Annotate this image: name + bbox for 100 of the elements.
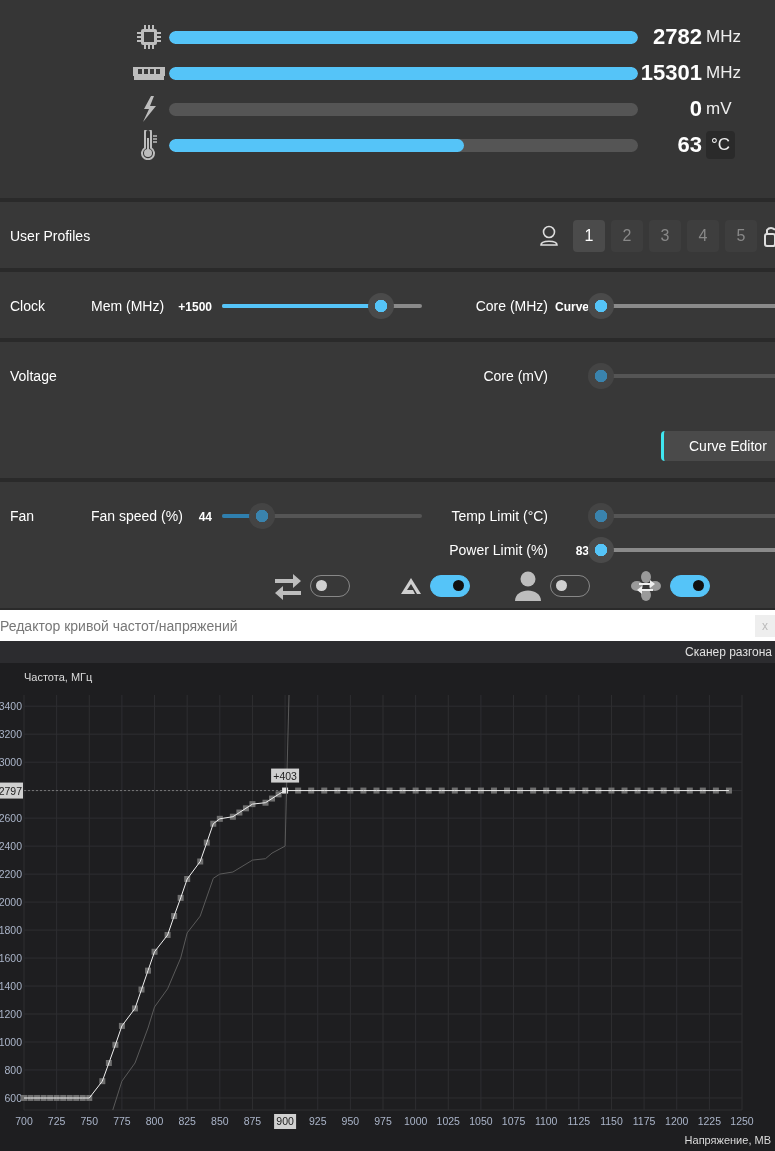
slider-thumb[interactable] <box>588 293 614 319</box>
slider-thumb[interactable] <box>588 537 614 563</box>
curve-point[interactable] <box>269 795 276 802</box>
scanner-button[interactable]: Сканер разгона <box>682 645 775 659</box>
curve-point[interactable] <box>504 787 510 794</box>
curve-point[interactable] <box>275 791 282 798</box>
slider-thumb[interactable] <box>368 293 394 319</box>
curve-point[interactable] <box>79 1094 86 1101</box>
sync-icon <box>275 572 301 600</box>
profile-button[interactable]: 2 <box>611 220 643 252</box>
thermometer-icon <box>140 130 158 160</box>
reading-value: 63 <box>676 132 702 158</box>
curve-point[interactable] <box>53 1094 60 1101</box>
window-title: Редактор кривой частот/напряжений <box>0 617 238 634</box>
curve-point[interactable] <box>517 787 524 794</box>
curve-point[interactable] <box>203 839 210 846</box>
control-label: Power Limit (%) <box>449 542 548 558</box>
slider[interactable] <box>588 537 775 563</box>
curve-point[interactable] <box>425 787 432 794</box>
control-value: 83 <box>575 544 589 558</box>
curve-point[interactable] <box>334 787 341 794</box>
curve-point[interactable] <box>477 787 484 794</box>
curve-point[interactable] <box>582 787 589 794</box>
curve-point[interactable] <box>660 787 667 794</box>
curve-point[interactable] <box>73 1094 80 1101</box>
curve-point[interactable] <box>177 894 184 901</box>
curve-point[interactable] <box>21 1094 27 1101</box>
curve-point[interactable] <box>673 787 680 794</box>
curve-editor-button[interactable]: Curve Editor <box>661 431 775 461</box>
curve-point[interactable] <box>725 787 732 794</box>
curve-point[interactable] <box>386 787 393 794</box>
curve-point[interactable] <box>608 787 615 794</box>
section-label: Fan <box>9 508 36 524</box>
curve-point[interactable] <box>40 1094 47 1101</box>
x-tick-label: 725 <box>47 1115 66 1127</box>
lock-icon[interactable] <box>763 224 775 248</box>
curve-point[interactable] <box>438 787 445 794</box>
curve-point[interactable] <box>47 1094 54 1101</box>
curve-point[interactable] <box>66 1094 73 1101</box>
curve-point[interactable] <box>184 876 191 882</box>
curve-point[interactable] <box>210 820 217 827</box>
curve-point[interactable] <box>171 913 178 920</box>
curve-point[interactable] <box>197 858 204 865</box>
curve-point[interactable] <box>249 801 256 808</box>
slider[interactable] <box>588 293 775 319</box>
curve-point[interactable] <box>262 799 269 806</box>
curve-point[interactable] <box>131 1005 138 1012</box>
curve-point[interactable] <box>464 787 471 794</box>
curve-point[interactable] <box>295 787 302 794</box>
curve-point[interactable] <box>595 787 602 794</box>
curve-point[interactable] <box>451 787 458 794</box>
profile-button[interactable]: 5 <box>725 220 757 252</box>
curve-point[interactable] <box>151 948 158 955</box>
section-label: User Profiles <box>9 228 91 244</box>
profile-button[interactable]: 4 <box>687 220 719 252</box>
curve-point[interactable] <box>229 813 236 820</box>
curve-point[interactable] <box>360 787 367 794</box>
curve-point[interactable] <box>712 787 719 794</box>
curve-point[interactable] <box>145 967 151 974</box>
profile-button[interactable]: 3 <box>649 220 681 252</box>
curve-point[interactable] <box>634 787 641 794</box>
x-tick-label: 925 <box>308 1115 327 1127</box>
curve-point[interactable] <box>321 787 328 794</box>
curve-point[interactable] <box>60 1094 67 1101</box>
reading-value: 2782 <box>652 24 702 50</box>
curve-point[interactable] <box>647 787 654 794</box>
x-tick-label: 775 <box>113 1115 131 1127</box>
curve-point[interactable] <box>530 787 537 794</box>
curve-point[interactable] <box>543 787 550 794</box>
curve-point[interactable] <box>373 787 380 794</box>
curve-point[interactable] <box>699 787 706 794</box>
curve-point[interactable] <box>27 1094 34 1101</box>
curve-point[interactable] <box>216 815 223 822</box>
curve-point[interactable] <box>308 787 315 794</box>
curve-point[interactable] <box>490 787 497 794</box>
section-label: Voltage <box>9 368 58 384</box>
curve-point[interactable] <box>556 787 563 794</box>
curve-point[interactable] <box>569 787 576 794</box>
curve-point[interactable] <box>105 1060 112 1066</box>
curve-point[interactable] <box>399 787 406 794</box>
curve-point[interactable] <box>236 809 243 816</box>
curve-point[interactable] <box>34 1094 41 1101</box>
toggle-switch[interactable] <box>670 575 710 597</box>
profile-button[interactable]: 1 <box>573 220 605 252</box>
curve-point[interactable] <box>112 1041 119 1048</box>
unit-label: MHz <box>706 27 741 47</box>
curve-point[interactable] <box>621 787 628 794</box>
unit-button[interactable]: °C <box>706 131 736 159</box>
curve-point[interactable] <box>686 787 693 794</box>
unit-label: mV <box>706 99 732 119</box>
curve-point[interactable] <box>138 986 145 993</box>
curve-point[interactable] <box>86 1094 93 1101</box>
curve-point[interactable] <box>99 1078 106 1085</box>
toggle-switch[interactable] <box>430 575 470 597</box>
curve-point[interactable] <box>118 1022 125 1029</box>
curve-point[interactable] <box>242 805 249 812</box>
curve-point[interactable] <box>412 787 419 794</box>
curve-point[interactable] <box>347 787 354 794</box>
curve-point[interactable] <box>164 931 171 938</box>
curve-point[interactable] <box>282 787 289 794</box>
